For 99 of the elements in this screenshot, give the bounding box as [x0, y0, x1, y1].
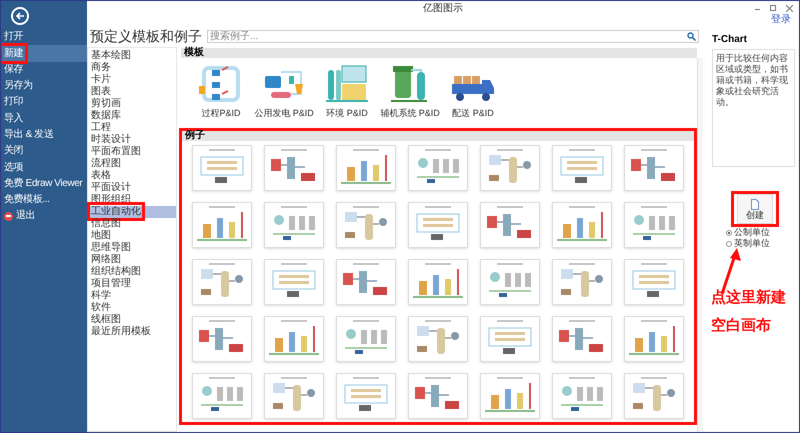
template-description: 用于比较任何内容区域或类型，如书籍或书籍，科学现象或社会研究活动。	[712, 49, 795, 167]
diagram-thumbnail[interactable]	[624, 316, 684, 362]
tower-drawing	[324, 64, 370, 104]
template-card[interactable]: 过程P&ID	[193, 64, 249, 126]
diagram-thumbnail[interactable]	[624, 373, 684, 419]
unit-radio[interactable]: 英制单位	[726, 238, 795, 249]
diagram-thumbnail[interactable]	[552, 316, 612, 362]
diagram-thumbnail[interactable]	[624, 145, 684, 191]
template-card[interactable]: 环境 P&ID	[319, 64, 375, 126]
diagram-thumbnail[interactable]	[336, 259, 396, 305]
diagram-thumbnail[interactable]	[408, 145, 468, 191]
login-link[interactable]: 登录	[771, 15, 791, 25]
category-item[interactable]: 时装设计	[88, 134, 176, 146]
diagram-thumbnail[interactable]	[264, 145, 324, 191]
page-title: 预定义模板和例子	[89, 28, 203, 44]
file-menu-item[interactable]: 退出	[1, 208, 87, 225]
file-menu-item[interactable]: 新建	[1, 45, 87, 62]
diagram-thumbnail[interactable]	[552, 202, 612, 248]
section-header: 例子	[182, 131, 694, 141]
search-field[interactable]: 搜索例子...	[207, 30, 699, 42]
template-label: 公用发电 P&ID	[254, 108, 314, 118]
diagram-thumbnail[interactable]	[192, 373, 252, 419]
diagram-thumbnail[interactable]	[480, 316, 540, 362]
template-card[interactable]: 配送 P&ID	[445, 64, 501, 126]
diagram-thumbnail[interactable]	[480, 259, 540, 305]
create-button[interactable]: 创建	[737, 194, 773, 224]
diagram-thumbnail[interactable]	[336, 373, 396, 419]
section-header: 模板	[181, 48, 697, 58]
annotation-text: 空白画布	[711, 317, 772, 335]
diagram-thumbnail[interactable]	[480, 145, 540, 191]
close-icon[interactable]	[786, 5, 793, 12]
diagram-thumbnail[interactable]	[552, 373, 612, 419]
category-item[interactable]: 项目管理	[88, 278, 176, 290]
template-label: 配送 P&ID	[452, 108, 494, 118]
diagram-thumbnail[interactable]	[192, 259, 252, 305]
category-item[interactable]: 平面布置图	[88, 146, 176, 158]
diagram-thumbnail[interactable]	[264, 373, 324, 419]
window-title: 亿图图示	[423, 4, 463, 16]
category-item[interactable]: 基本绘图	[88, 50, 176, 62]
category-item[interactable]: 思维导图	[88, 242, 176, 254]
category-item[interactable]: 剪切画	[88, 98, 176, 110]
category-item[interactable]: 组织结构图	[88, 266, 176, 278]
unit-radio[interactable]: 公制单位	[726, 227, 795, 238]
diagram-thumbnail[interactable]	[264, 202, 324, 248]
diagram-thumbnail[interactable]	[552, 145, 612, 191]
category-item[interactable]: 数据库	[88, 110, 176, 122]
category-item[interactable]: 网络图	[88, 254, 176, 266]
diagram-thumbnail[interactable]	[192, 202, 252, 248]
diagram-thumbnail[interactable]	[192, 316, 252, 362]
category-item[interactable]: 卡片	[88, 74, 176, 86]
diagram-thumbnail[interactable]	[336, 145, 396, 191]
diagram-thumbnail[interactable]	[264, 316, 324, 362]
restore-icon[interactable]	[770, 5, 776, 11]
diagram-thumbnail[interactable]	[624, 202, 684, 248]
file-menu-item[interactable]: 导入	[1, 110, 87, 127]
template-name: T-Chart	[712, 34, 748, 46]
template-card[interactable]: 辅机系统 P&ID	[382, 64, 438, 126]
category-item[interactable]: 最近所用模板	[88, 326, 176, 338]
category-item[interactable]: 平面设计	[88, 182, 176, 194]
category-item[interactable]: 线框图	[88, 314, 176, 326]
template-label: 辅机系统 P&ID	[380, 108, 440, 118]
file-menu-item[interactable]: 打开	[1, 29, 87, 46]
diagram-thumbnail[interactable]	[264, 259, 324, 305]
file-menu-item[interactable]: 选项	[1, 159, 87, 176]
file-menu-item[interactable]: 免费模板...	[1, 192, 87, 208]
diagram-thumbnail[interactable]	[408, 373, 468, 419]
category-item[interactable]: 信息图	[88, 218, 176, 230]
diagram-thumbnail[interactable]	[408, 202, 468, 248]
file-menu-item[interactable]: 打印	[1, 94, 87, 110]
diagram-thumbnail[interactable]	[480, 373, 540, 419]
file-menu-item[interactable]: 关闭	[1, 143, 87, 160]
diagram-thumbnail[interactable]	[408, 316, 468, 362]
category-item[interactable]: 工程	[88, 122, 176, 134]
template-card[interactable]: 公用发电 P&ID	[256, 64, 312, 126]
category-item[interactable]: 图表	[88, 86, 176, 98]
diagram-thumbnail[interactable]	[480, 202, 540, 248]
document-icon	[751, 198, 759, 210]
diagram-thumbnail[interactable]	[408, 259, 468, 305]
template-label: 过程P&ID	[201, 108, 240, 118]
category-item[interactable]: 流程图	[88, 158, 176, 170]
file-menu-item[interactable]: 保存	[1, 62, 87, 78]
back-icon[interactable]	[11, 7, 29, 25]
file-menu-item[interactable]: 另存为	[1, 78, 87, 94]
file-menu-item[interactable]: 导出 & 发送	[1, 126, 87, 144]
diagram-thumbnail[interactable]	[336, 202, 396, 248]
category-item[interactable]: 商务	[88, 62, 176, 74]
diagram-thumbnail[interactable]	[192, 145, 252, 191]
search-icon[interactable]	[687, 32, 696, 40]
diagram-thumbnail[interactable]	[336, 316, 396, 362]
diagram-thumbnail[interactable]	[552, 259, 612, 305]
category-item[interactable]: 地图	[88, 230, 176, 242]
category-item[interactable]: 科学	[88, 290, 176, 302]
diagram-thumbnail[interactable]	[624, 259, 684, 305]
category-item[interactable]: 表格	[88, 170, 176, 182]
file-menu-item[interactable]: 免费 Edraw Viewer	[1, 176, 87, 192]
category-item[interactable]: 软件	[88, 302, 176, 314]
template-label: 环境 P&ID	[326, 108, 368, 118]
annotation-text: 点这里新建	[711, 289, 787, 307]
stop-icon	[4, 212, 13, 221]
